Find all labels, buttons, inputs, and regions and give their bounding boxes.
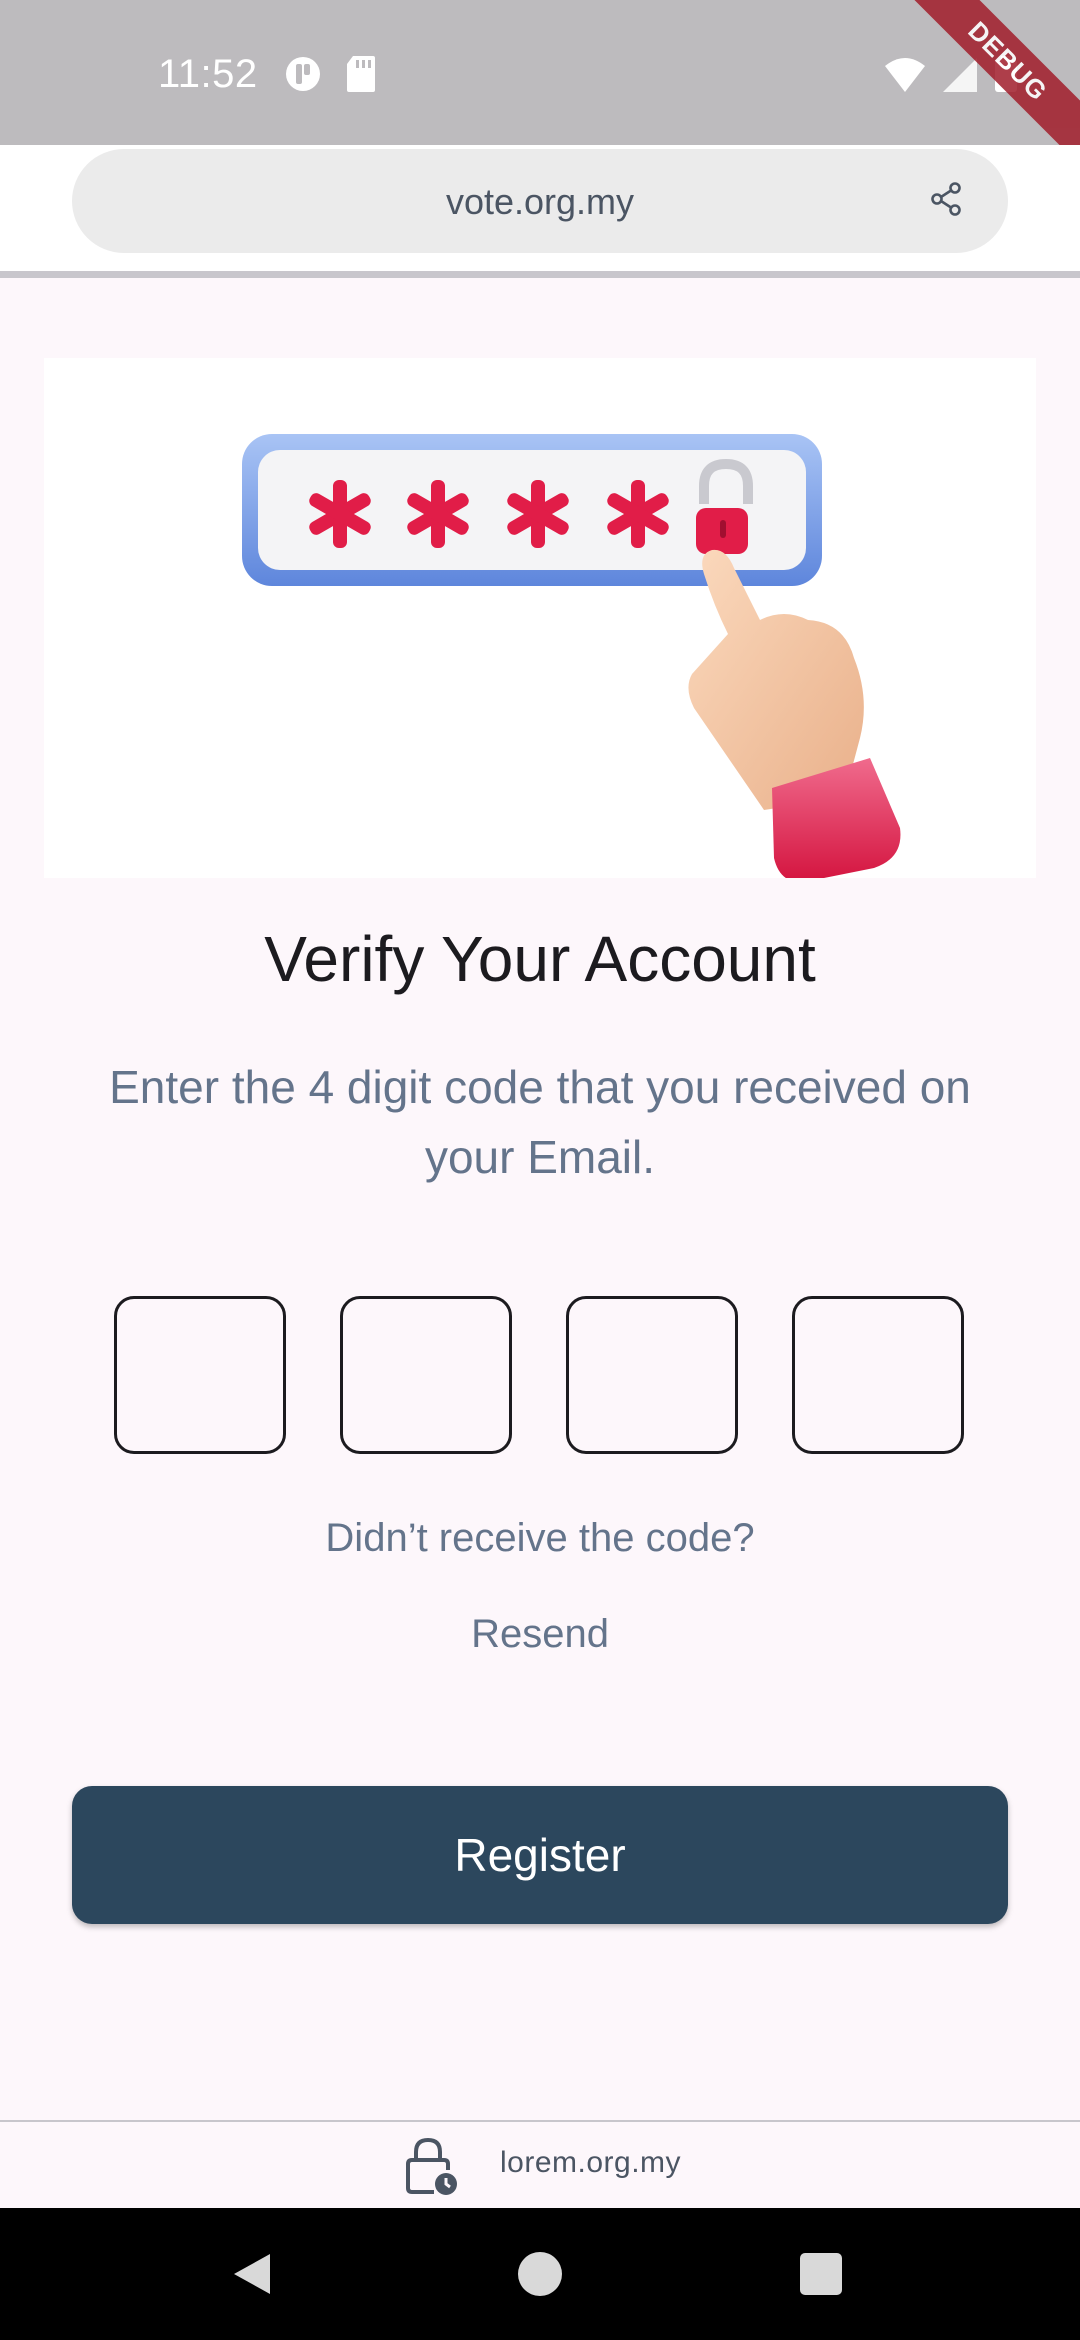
status-bar: 11:52 DEBUG [0, 0, 1080, 170]
resend-question: Didn’t receive the code? [325, 1516, 755, 1560]
debug-label: DEBUG [910, 0, 1080, 170]
sd-card-icon [347, 56, 375, 97]
otp-digit-2[interactable] [340, 1296, 512, 1454]
otp-digit-1[interactable] [114, 1296, 286, 1454]
password-illustration [44, 358, 1036, 883]
share-icon[interactable] [928, 181, 964, 222]
back-icon[interactable] [232, 2252, 272, 2301]
page-subtitle: Enter the 4 digit code that you received… [109, 1061, 971, 1183]
register-button[interactable]: Register [72, 1786, 1008, 1924]
lock-clock-icon [404, 2134, 460, 2203]
app-notification-icon [285, 56, 321, 97]
status-time: 11:52 [158, 52, 258, 96]
otp-input-row [114, 1296, 964, 1454]
otp-digit-3[interactable] [566, 1296, 738, 1454]
pointing-hand-icon [688, 549, 901, 883]
system-navigation-bar [0, 2208, 1080, 2340]
home-icon[interactable] [518, 2252, 562, 2296]
resend-link[interactable]: Resend [440, 1612, 640, 1657]
url-bar[interactable]: vote.org.my [72, 149, 1008, 253]
page-title: Verify Your Account [264, 923, 816, 995]
footer-domain: lorem.org.my [500, 2146, 682, 2179]
footer: lorem.org.my [0, 2122, 1080, 2208]
recents-icon[interactable] [800, 2253, 842, 2295]
otp-digit-4[interactable] [792, 1296, 964, 1454]
url-text: vote.org.my [445, 181, 635, 222]
status-left-icons [285, 56, 375, 97]
page-load-divider [0, 271, 1080, 278]
browser-toolbar: vote.org.my [0, 145, 1080, 275]
